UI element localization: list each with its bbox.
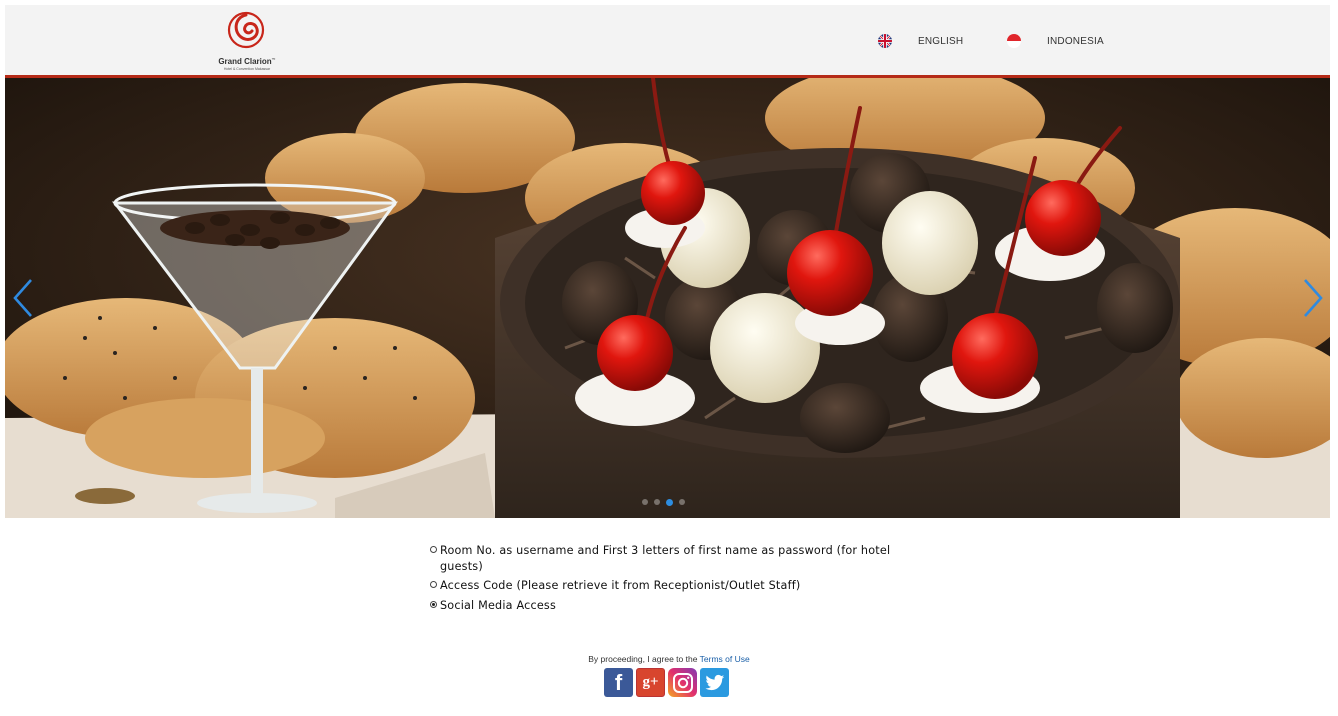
facebook-icon: f [614,669,623,695]
carousel-prev-button[interactable] [9,278,39,318]
hero-carousel[interactable] [5,78,1330,518]
terms-of-use-link[interactable]: Terms of Use [700,654,750,664]
indonesia-flag-icon [1007,34,1021,48]
social-media-radio[interactable] [430,600,437,608]
login-option-social-media[interactable]: Social Media Access [430,598,900,614]
access-code-label: Access Code (Please retrieve it from Rec… [440,579,801,592]
carousel-dot[interactable] [654,499,660,505]
carousel-dot-active[interactable] [666,498,673,506]
logo-name: Grand Clarion™ [218,57,276,66]
chevron-right-icon [1304,279,1323,317]
dessert-slide-image [5,78,1330,518]
language-english-link[interactable]: ENGLISH [878,34,963,48]
google-plus-login-button[interactable]: g+ [636,668,665,697]
instagram-icon [672,672,693,693]
twitter-login-button[interactable] [700,668,729,697]
carousel-indicators [642,498,685,506]
login-option-access-code[interactable]: Access Code (Please retrieve it from Rec… [430,578,900,594]
instagram-login-button[interactable] [668,668,697,697]
logo-swirl-icon [227,11,265,49]
language-indonesia-label: INDONESIA [1047,35,1104,47]
carousel-dot[interactable] [679,499,685,505]
terms-prefix: By proceeding, I agree to the [588,654,700,664]
google-plus-icon: g+ [642,674,659,690]
room-number-label: Room No. as username and First 3 letters… [440,544,891,573]
carousel-dot[interactable] [642,499,648,505]
access-code-radio[interactable] [430,581,437,588]
login-options: Room No. as username and First 3 letters… [430,543,900,617]
social-login-buttons: f g+ [604,668,729,697]
language-indonesia-link[interactable]: INDONESIA [1007,34,1104,48]
language-english-label: ENGLISH [918,35,964,47]
facebook-login-button[interactable]: f [604,668,633,697]
social-media-label: Social Media Access [440,598,556,612]
room-number-radio[interactable] [430,546,437,553]
chevron-left-icon [13,279,32,317]
uk-flag-icon [878,34,892,48]
logo-subtitle: Hotel & Convention Makassar [223,67,271,71]
header-bar: Grand Clarion™ Hotel & Convention Makass… [5,5,1330,78]
terms-notice: By proceeding, I agree to the Terms of U… [0,654,1338,664]
hotel-logo[interactable]: Grand Clarion™ Hotel & Convention Makass… [213,9,277,73]
twitter-icon [705,674,724,690]
login-option-room-number[interactable]: Room No. as username and First 3 letters… [430,543,900,574]
carousel-next-button[interactable] [1297,278,1327,318]
